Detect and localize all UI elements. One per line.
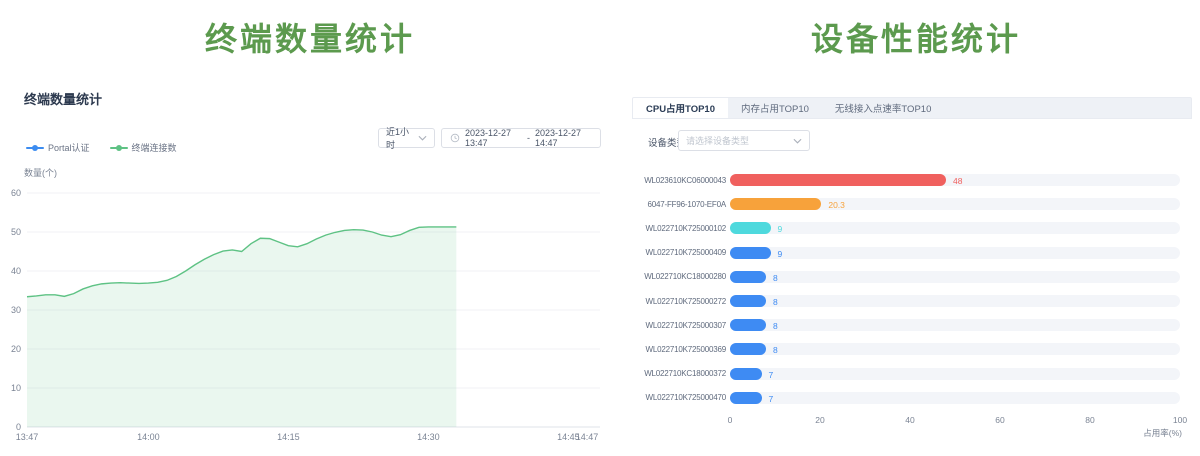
svg-text:50: 50 [11, 227, 21, 237]
bar-value: 8 [773, 273, 778, 283]
device-performance-panel: 设备性能统计 CPU占用TOP10 内存占用TOP10 无线接入点速率TOP10… [632, 0, 1200, 456]
bar-value: 9 [778, 249, 783, 259]
bar-fill [730, 368, 762, 380]
clock-icon [450, 133, 460, 143]
bar-value: 7 [769, 370, 774, 380]
chevron-down-icon [418, 135, 427, 141]
svg-text:40: 40 [11, 266, 21, 276]
bar-row: WL022710K725000272 8 [632, 289, 1192, 313]
portal-auth-series-marker [26, 144, 44, 152]
bar-value: 7 [769, 394, 774, 404]
bar-track [730, 343, 1180, 355]
device-name-label: WL022710KC18000372 [632, 369, 726, 378]
bar-value: 8 [773, 345, 778, 355]
monitoring-dashboard: 0 10 20 30 40 50 60 13:47 14:00 14:15 14:30 14:4514… [0, 0, 1200, 456]
legend-item-terminal-connections[interactable]: 终端连接数 [110, 141, 177, 154]
bar-track [730, 295, 1180, 307]
device-name-label: WL022710K725000102 [632, 224, 726, 233]
date-range-separator: - [527, 133, 530, 143]
legend-label: Portal认证 [48, 141, 90, 154]
bar-fill [730, 392, 762, 404]
bar-value: 20.3 [828, 200, 845, 210]
device-name-label: WL022710K725000369 [632, 345, 726, 354]
bar-x-tick: 100 [1165, 415, 1195, 425]
terminal-connections-series-marker [110, 144, 128, 152]
cpu-top10-bar-chart: WL023610KC06000043 48 6047-FF96-1070-EF0A 2… [632, 0, 1200, 456]
bar-row: WL022710K725000369 8 [632, 337, 1192, 361]
bar-track [730, 368, 1180, 380]
bar-row: WL022710K725000102 9 [632, 216, 1192, 240]
date-range-picker[interactable]: 2023-12-27 13:47 - 2023-12-27 14:47 [441, 128, 601, 148]
terminal-count-panel: 0 10 20 30 40 50 60 13:47 14:00 14:15 14:30 14:4514… [0, 0, 620, 456]
left-page-title: 终端数量统计 [0, 14, 620, 60]
bar-track [730, 392, 1180, 404]
svg-text:0: 0 [16, 422, 21, 432]
bar-value: 48 [953, 176, 962, 186]
device-name-label: 6047-FF96-1070-EF0A [632, 200, 726, 209]
bar-value: 9 [778, 224, 783, 234]
y-axis-label: 数量(个) [24, 166, 57, 179]
bar-track [730, 247, 1180, 259]
date-range-start: 2023-12-27 13:47 [465, 128, 522, 148]
device-name-label: WL022710K725000272 [632, 297, 726, 306]
device-name-label: WL023610KC06000043 [632, 176, 726, 185]
bar-fill [730, 319, 766, 331]
chart-legend: Portal认证 终端连接数 [26, 141, 177, 154]
bar-fill [730, 295, 766, 307]
legend-label: 终端连接数 [132, 141, 177, 154]
svg-text:13:47: 13:47 [16, 432, 39, 442]
bar-row: WL023610KC06000043 48 [632, 168, 1192, 192]
date-range-end: 2023-12-27 14:47 [535, 128, 592, 148]
svg-text:10: 10 [11, 383, 21, 393]
svg-text:14:15: 14:15 [277, 432, 300, 442]
bar-fill [730, 247, 771, 259]
device-name-label: WL022710KC18000280 [632, 272, 726, 281]
bar-x-tick: 20 [805, 415, 835, 425]
bar-row: WL022710K725000307 8 [632, 313, 1192, 337]
device-name-label: WL022710K725000307 [632, 321, 726, 330]
svg-text:14:00: 14:00 [137, 432, 160, 442]
bar-row: WL022710KC18000372 7 [632, 362, 1192, 386]
bar-fill [730, 198, 821, 210]
bar-track [730, 319, 1180, 331]
bar-track [730, 222, 1180, 234]
svg-text:14:47: 14:47 [576, 432, 599, 442]
svg-text:14:45: 14:45 [557, 432, 580, 442]
svg-text:14:30: 14:30 [417, 432, 440, 442]
bar-x-axis-label: 占用率(%) [1143, 427, 1182, 439]
bar-fill [730, 343, 766, 355]
device-name-label: WL022710K725000470 [632, 393, 726, 402]
legend-item-portal-auth[interactable]: Portal认证 [26, 141, 90, 154]
bar-x-tick: 40 [895, 415, 925, 425]
bar-track [730, 271, 1180, 283]
bar-x-tick: 60 [985, 415, 1015, 425]
bar-fill [730, 271, 766, 283]
bar-fill [730, 174, 946, 186]
terminal-count-line-chart: 0 10 20 30 40 50 60 13:47 14:00 14:15 14:30 14:4514… [0, 0, 620, 456]
bar-row: WL022710K725000409 9 [632, 241, 1192, 265]
bar-value: 8 [773, 321, 778, 331]
terminal-panel-heading: 终端数量统计 [24, 89, 102, 108]
svg-text:30: 30 [11, 305, 21, 315]
bar-fill [730, 222, 771, 234]
bar-row: WL022710KC18000280 8 [632, 265, 1192, 289]
bar-row: 6047-FF96-1070-EF0A 20.3 [632, 192, 1192, 216]
bar-x-tick: 0 [715, 415, 745, 425]
bar-row: WL022710K725000470 7 [632, 386, 1192, 410]
bar-value: 8 [773, 297, 778, 307]
svg-text:60: 60 [11, 188, 21, 198]
device-name-label: WL022710K725000409 [632, 248, 726, 257]
bar-x-tick: 80 [1075, 415, 1105, 425]
time-range-value: 近1小时 [386, 125, 412, 151]
svg-text:20: 20 [11, 344, 21, 354]
time-range-select[interactable]: 近1小时 [378, 128, 435, 148]
